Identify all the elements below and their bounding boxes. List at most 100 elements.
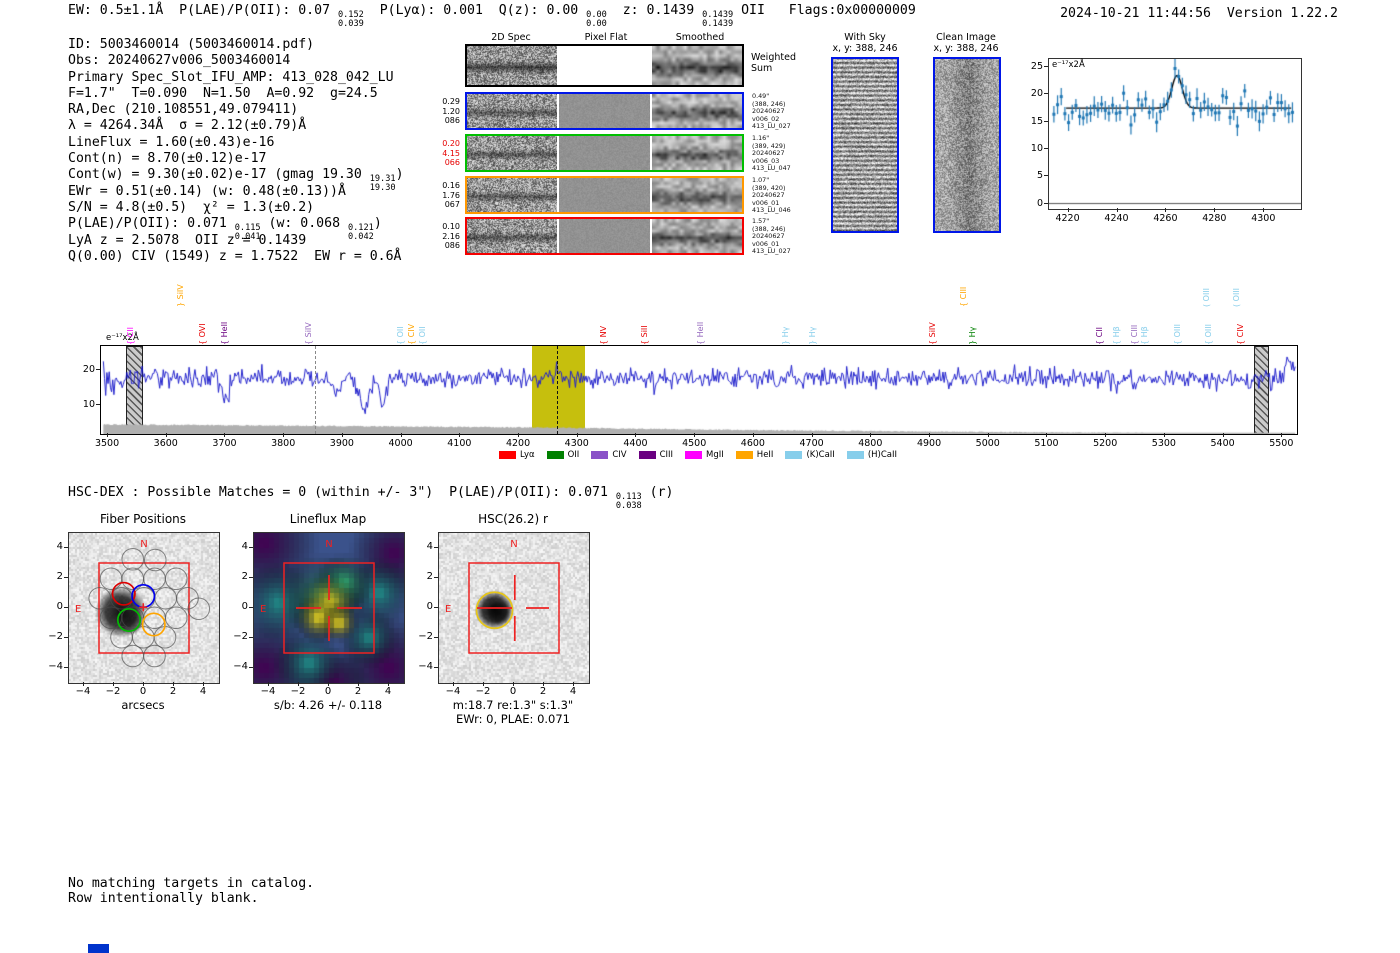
x-tick-mark [1067, 208, 1069, 212]
text-run: RA,Dec (210.108551,49.079411) [68, 102, 299, 118]
fiber-circle [110, 625, 133, 649]
y-tick-mark [64, 667, 68, 668]
x-tick-mark [635, 433, 637, 437]
x-tick-mark [929, 433, 931, 437]
line-id-label: { CII [1095, 327, 1105, 345]
legend-swatch [546, 451, 564, 459]
x-tick-label: 4260 [1153, 213, 1178, 224]
y-tick-label: 0 [1036, 197, 1043, 209]
smoothed-image [652, 46, 742, 85]
x-tick-mark [341, 433, 343, 437]
y-tick-label: −4 [233, 661, 248, 672]
header-summary-line: EW: 0.5±1.1Å P(LAE)/P(OII): 0.07 0.152 0.… [68, 3, 916, 29]
line-id-label: { SiIV [928, 322, 938, 345]
x-tick-mark [453, 682, 454, 686]
x-tick-mark [1105, 433, 1107, 437]
line-id-label: } Hγ [807, 326, 817, 345]
smoothed-image [652, 94, 742, 128]
spec2d-row [465, 217, 744, 255]
header-version: Version 1.22.2 [1226, 6, 1338, 21]
north-label: N [325, 539, 332, 550]
info-line: λ = 4264.34Å σ = 2.12(±0.79)Å [68, 118, 404, 134]
fiber-circle [164, 567, 188, 591]
line-fit-canvas [1049, 59, 1301, 209]
x-tick-mark [459, 433, 461, 437]
x-tick-mark [1222, 433, 1224, 437]
x-tick-mark [113, 682, 114, 686]
line-id-label: { OII [395, 326, 405, 345]
legend-label: HeII [756, 450, 774, 460]
text-run: z: 0.1439 [606, 3, 703, 18]
spec2d-image [467, 46, 557, 85]
text-run: Q(0.00) CIV (1549) z = 1.7522 EW r = 0.6… [68, 248, 402, 264]
spec2d-row [465, 176, 744, 214]
text-run: S/N = 4.8(±0.5) χ² = 1.3(±0.2) [68, 199, 315, 215]
weighted-sum-label: Weighted Sum [751, 52, 796, 74]
text-run: LyA z = 2.5078 OII z = 0.1439 [68, 232, 307, 248]
x-tick-mark [518, 433, 520, 437]
zoom-plot-units-label: e⁻¹⁷x2Å [1052, 60, 1085, 70]
x-tick-mark [400, 433, 402, 437]
info-line: ID: 5003460014 (5003460014.pdf) [68, 37, 404, 53]
info-line: LineFlux = 1.60(±0.43)e-16 [68, 135, 404, 151]
subscript: 0.042 [347, 232, 374, 243]
sup-sub-stack: 0.1439 0.1439 [702, 11, 733, 29]
legend-swatch [735, 451, 753, 459]
text-run: ) [395, 167, 404, 183]
legend-item: (H)CaII [846, 450, 897, 460]
legend-swatch [785, 451, 803, 459]
x-tick-mark [328, 682, 329, 686]
x-tick-label: −2 [475, 686, 491, 697]
spec2d-row-left-label: 0.20 4.15 066 [442, 139, 460, 167]
line-id-label: { SiII [640, 325, 650, 345]
x-tick-mark [283, 433, 285, 437]
y-tick-label: 5 [1036, 170, 1043, 182]
text-run: λ = 4264.34Å σ = 2.12(±0.79)Å [68, 118, 307, 134]
fiber-overlay: NE [75, 539, 211, 668]
x-tick-label: 0 [509, 686, 517, 697]
fiber-circle [121, 547, 145, 571]
y-tick-label: −4 [48, 661, 63, 672]
elixer-report: EW: 0.5±1.1Å P(LAE)/P(OII): 0.07 0.152 0.… [0, 0, 1400, 953]
full-spectrum-frame [100, 345, 1298, 435]
legend-swatch [638, 451, 656, 459]
pixel-flat-image [559, 178, 650, 212]
x-tick-mark [1214, 208, 1216, 212]
legend-label: CIII [659, 450, 674, 460]
sky-panel-image-frame [831, 57, 899, 233]
line-id-label: { HeII [695, 321, 705, 345]
detection-info-block: ID: 5003460014 (5003460014.pdf) Obs: 2024… [68, 37, 404, 265]
legend-label: OII [567, 450, 580, 460]
sup-sub-stack: 19.31 19.30 [370, 175, 396, 193]
legend-item: Lyα [499, 450, 535, 460]
x-tick-label: −4 [260, 686, 276, 697]
info-line: Obs: 20240627v006_5003460014 [68, 53, 404, 69]
spec2d-image [467, 219, 557, 253]
line-id-label: { HeII [220, 321, 230, 345]
aperture-circle [475, 591, 514, 630]
x-tick-label: 2 [354, 686, 362, 697]
line-id-label: { SiIV [304, 322, 314, 345]
footer-line-1: No matching targets in catalog. [68, 876, 315, 891]
legend-swatch [846, 451, 864, 459]
x-tick-mark [1116, 208, 1118, 212]
text-run: (w: 0.068 [260, 216, 348, 232]
x-tick-mark [987, 433, 989, 437]
x-tick-mark [543, 682, 544, 686]
fiber-xlabel: arcsecs [121, 698, 165, 712]
y-tick-mark [249, 607, 253, 608]
pixel-flat-image [559, 94, 650, 128]
line-id-label: { CIII [1130, 324, 1140, 345]
y-tick-label: 2 [56, 571, 63, 582]
y-tick-label: 0 [241, 601, 248, 612]
fiber-circle [154, 586, 178, 610]
footer-line-2: Row intentionally blank. [68, 891, 259, 906]
fiber-circle [164, 606, 188, 630]
text-run: P(LAE)/P(OII): 0.071 [68, 216, 235, 232]
sup-sub-stack: 0.121 0.042 [348, 224, 374, 242]
x-tick-label: 2 [539, 686, 547, 697]
text-run: Cont(w) = 9.30(±0.02)e-17 (gmag 19.30 [68, 167, 370, 183]
x-tick-mark [1163, 433, 1165, 437]
x-tick-mark [83, 682, 84, 686]
y-tick-mark [1044, 93, 1048, 95]
